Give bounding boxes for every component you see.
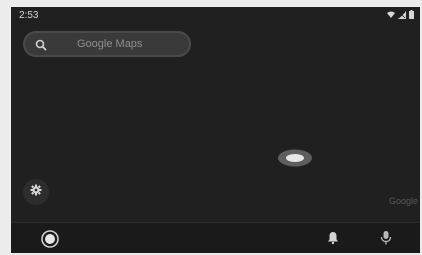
mic-button[interactable] bbox=[379, 230, 393, 246]
search-placeholder: Google Maps bbox=[77, 38, 143, 50]
car-screen: 2:53 Google Maps Google bbox=[11, 7, 420, 253]
status-bar: 2:53 bbox=[11, 7, 420, 25]
notifications-button[interactable] bbox=[326, 231, 340, 245]
home-icon bbox=[41, 230, 59, 252]
battery-icon bbox=[409, 10, 414, 19]
home-button[interactable] bbox=[41, 230, 59, 248]
signal-icon bbox=[398, 10, 406, 19]
settings-button[interactable] bbox=[23, 179, 49, 205]
bell-icon bbox=[326, 232, 340, 249]
status-icons bbox=[387, 10, 414, 19]
status-time: 2:53 bbox=[19, 10, 39, 21]
search-icon bbox=[35, 38, 47, 56]
wifi-icon bbox=[387, 11, 395, 18]
search-bar[interactable]: Google Maps bbox=[23, 31, 191, 57]
map-watermark: Google bbox=[388, 196, 418, 206]
mic-icon bbox=[379, 231, 393, 250]
gear-icon bbox=[30, 183, 42, 201]
current-location-marker bbox=[277, 149, 313, 167]
nav-bar bbox=[11, 222, 420, 253]
